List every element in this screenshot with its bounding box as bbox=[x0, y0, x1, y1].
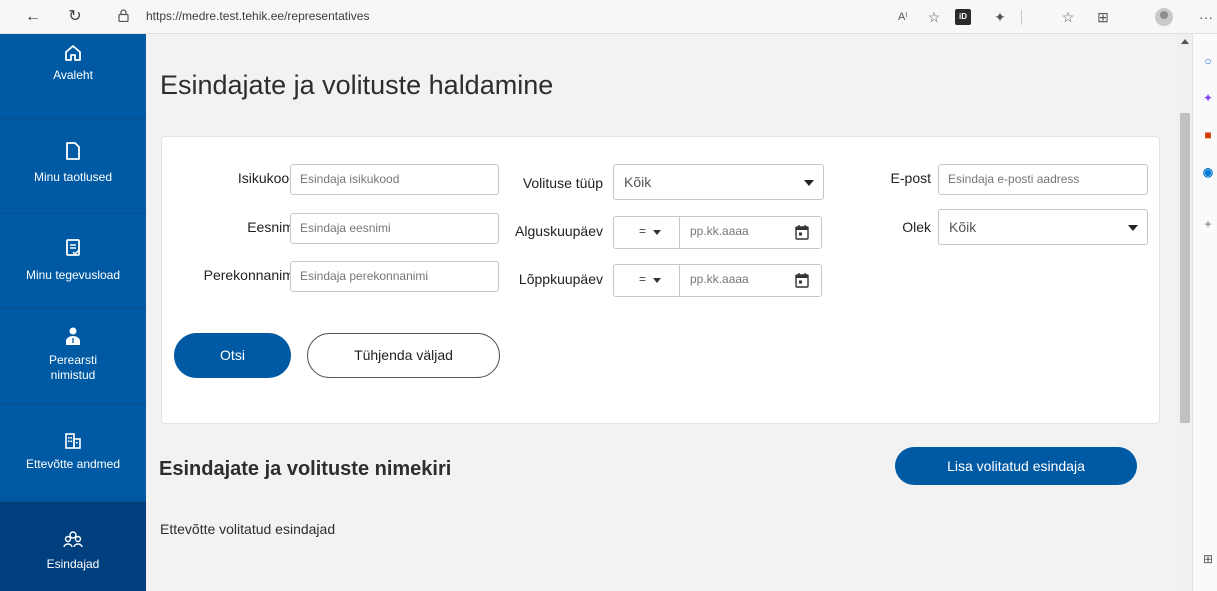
loppkuupaev-label: Lõppkuupäev bbox=[518, 271, 603, 287]
volituse-tyyp-value: Kõik bbox=[624, 174, 652, 190]
outlook-icon[interactable]: ◉ bbox=[1202, 166, 1214, 178]
browser-side-panel: ○ ✦ ■ ◉ + ⊞ bbox=[1192, 34, 1217, 591]
epost-input[interactable]: Esindaja e-posti aadress bbox=[938, 164, 1148, 195]
operator-value: = bbox=[639, 272, 647, 286]
main-content: Esindajate ja volituste haldamine Isikuk… bbox=[146, 34, 1177, 591]
chevron-down-icon bbox=[653, 278, 661, 283]
address-bar[interactable]: https://medre.test.tehik.ee/representati… bbox=[146, 9, 369, 23]
chevron-down-icon bbox=[653, 230, 661, 235]
sidebar-item-esindajad[interactable]: Esindajad bbox=[0, 502, 146, 591]
date-placeholder: pp.kk.aaaa bbox=[690, 272, 749, 286]
olek-label: Olek bbox=[902, 219, 931, 235]
olek-value: Kõik bbox=[949, 219, 977, 235]
sidebar: Avaleht Minu taotlused Minu tegevusload … bbox=[0, 34, 146, 591]
sidebar-item-label: Esindajad bbox=[46, 557, 100, 571]
extensions-icon[interactable]: ✦ bbox=[990, 7, 1010, 27]
loppkuupaev-input[interactable]: pp.kk.aaaa bbox=[680, 264, 822, 297]
search-icon[interactable]: ○ bbox=[1202, 55, 1214, 67]
page-title: Esindajate ja volituste haldamine bbox=[160, 70, 554, 100]
sidebar-item-avaleht[interactable]: Avaleht bbox=[0, 34, 146, 119]
sidebar-item-label: Avaleht bbox=[53, 68, 93, 82]
alguskuupaev-label: Alguskuupäev bbox=[515, 223, 603, 239]
alguskuupaev-operator-select[interactable]: = bbox=[613, 216, 680, 249]
document-icon bbox=[66, 142, 80, 160]
alguskuupaev-input[interactable]: pp.kk.aaaa bbox=[680, 216, 822, 249]
calendar-icon[interactable] bbox=[795, 224, 809, 240]
back-arrow-icon[interactable]: ← bbox=[22, 6, 44, 28]
sidebar-item-label-line2: nimistud bbox=[50, 368, 96, 382]
chevron-down-icon bbox=[1128, 225, 1138, 231]
perekonnanimi-label: Perekonnanimi bbox=[203, 267, 297, 283]
isikukood-label: Isikukood bbox=[237, 170, 297, 186]
id-extension-icon[interactable]: iD bbox=[955, 9, 971, 25]
list-subtitle: Ettevõtte volitatud esindajad bbox=[160, 521, 336, 537]
sidebar-item-minu-taotlused[interactable]: Minu taotlused bbox=[0, 119, 146, 214]
toolbar-divider bbox=[1021, 10, 1022, 25]
favorite-star-icon[interactable]: ☆ bbox=[924, 7, 944, 27]
sidebar-item-label: Minu taotlused bbox=[33, 170, 113, 184]
operator-value: = bbox=[639, 224, 647, 238]
lock-icon[interactable] bbox=[118, 9, 129, 22]
calendar-icon[interactable] bbox=[795, 272, 809, 288]
collections-icon[interactable]: ⊞ bbox=[1093, 7, 1113, 27]
filter-panel: Isikukood Esindaja isikukood Eesnimi Esi… bbox=[161, 136, 1160, 424]
home-icon bbox=[65, 45, 81, 61]
favorites-list-icon[interactable]: ☆ bbox=[1058, 7, 1078, 27]
scroll-up-arrow-icon[interactable] bbox=[1181, 39, 1189, 44]
epost-label: E-post bbox=[890, 170, 931, 186]
clear-fields-button[interactable]: Tühjenda väljad bbox=[307, 333, 500, 378]
perekonnanimi-input[interactable]: Esindaja perekonnanimi bbox=[290, 261, 499, 292]
read-aloud-icon[interactable]: A⁽ bbox=[893, 7, 913, 27]
volituse-tyyp-select[interactable]: Kõik bbox=[613, 164, 824, 200]
eesnimi-input[interactable]: Esindaja eesnimi bbox=[290, 213, 499, 244]
list-title: Esindajate ja volituste nimekiri bbox=[159, 458, 452, 480]
profile-avatar[interactable] bbox=[1155, 8, 1173, 26]
add-icon[interactable]: + bbox=[1202, 218, 1214, 230]
license-icon bbox=[66, 239, 80, 256]
copilot-icon[interactable]: ✦ bbox=[1202, 92, 1214, 104]
olek-select[interactable]: Kõik bbox=[938, 209, 1148, 245]
loppkuupaev-operator-select[interactable]: = bbox=[613, 264, 680, 297]
add-representative-button[interactable]: Lisa volitatud esindaja bbox=[895, 447, 1137, 485]
date-placeholder: pp.kk.aaaa bbox=[690, 224, 749, 238]
search-button[interactable]: Otsi bbox=[174, 333, 291, 378]
sidebar-item-label: Ettevõtte andmed bbox=[25, 457, 121, 471]
more-menu-icon[interactable]: ··· bbox=[1196, 7, 1216, 27]
scrollbar-thumb[interactable] bbox=[1180, 113, 1190, 423]
sidebar-item-label-line1: Perearsti bbox=[48, 353, 98, 367]
people-icon bbox=[63, 531, 83, 548]
chevron-down-icon bbox=[804, 180, 814, 186]
isikukood-input[interactable]: Esindaja isikukood bbox=[290, 164, 499, 195]
doctor-icon bbox=[66, 327, 80, 345]
sidebar-item-label: Minu tegevusload bbox=[25, 268, 121, 282]
sidebar-item-ettevotte-andmed[interactable]: Ettevõtte andmed bbox=[0, 405, 146, 502]
volituse-tyyp-label: Volituse tüüp bbox=[522, 175, 603, 191]
browser-toolbar: ← ↻ https://medre.test.tehik.ee/represen… bbox=[0, 0, 1217, 34]
office-icon[interactable]: ■ bbox=[1202, 129, 1214, 141]
page-scrollbar[interactable] bbox=[1177, 34, 1192, 591]
refresh-icon[interactable]: ↻ bbox=[64, 6, 86, 28]
panel-toggle-icon[interactable]: ⊞ bbox=[1202, 553, 1214, 565]
building-icon bbox=[65, 433, 81, 449]
sidebar-item-perearsti-nimistud[interactable]: Perearsti nimistud bbox=[0, 309, 146, 405]
sidebar-item-minu-tegevusload[interactable]: Minu tegevusload bbox=[0, 214, 146, 309]
